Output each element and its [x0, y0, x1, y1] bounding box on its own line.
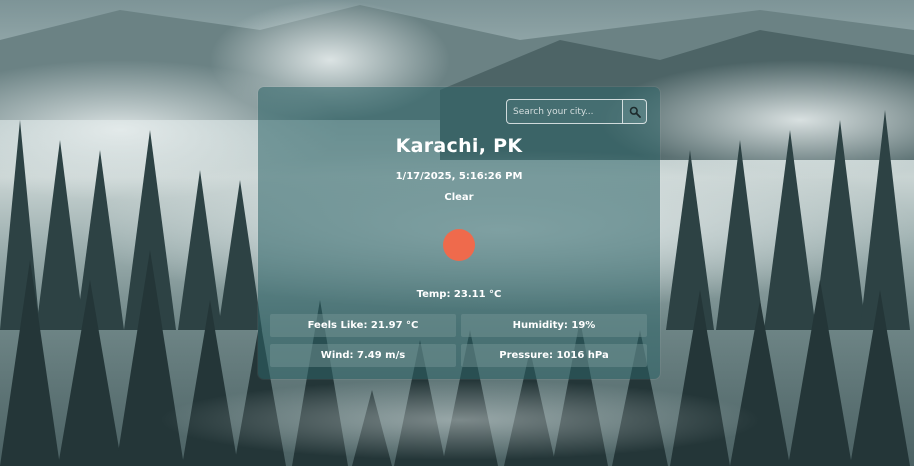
- search-button[interactable]: [622, 99, 647, 124]
- feels-like-label: Feels Like: 21.97 °C: [307, 320, 419, 331]
- search-bar: [506, 99, 647, 124]
- search-input[interactable]: [506, 99, 622, 124]
- city-name: Karachi, PK: [395, 135, 523, 157]
- date-time: 1/17/2025, 5:16:26 PM: [395, 171, 523, 182]
- search-icon: [629, 106, 641, 118]
- temperature: Temp: 23.11 °C: [416, 289, 502, 300]
- pressure-stat: Pressure: 1016 hPa: [461, 344, 647, 367]
- pressure-label: Pressure: 1016 hPa: [499, 350, 609, 361]
- wind-stat: Wind: 7.49 m/s: [270, 344, 456, 367]
- wind-label: Wind: 7.49 m/s: [320, 350, 406, 361]
- humidity-label: Humidity: 19%: [512, 320, 596, 331]
- weather-card: Karachi, PK 1/17/2025, 5:16:26 PM Clear …: [258, 87, 660, 379]
- humidity-stat: Humidity: 19%: [461, 314, 647, 337]
- weather-condition: Clear: [444, 192, 474, 203]
- sun-icon: [443, 229, 475, 261]
- feels-like-stat: Feels Like: 21.97 °C: [270, 314, 456, 337]
